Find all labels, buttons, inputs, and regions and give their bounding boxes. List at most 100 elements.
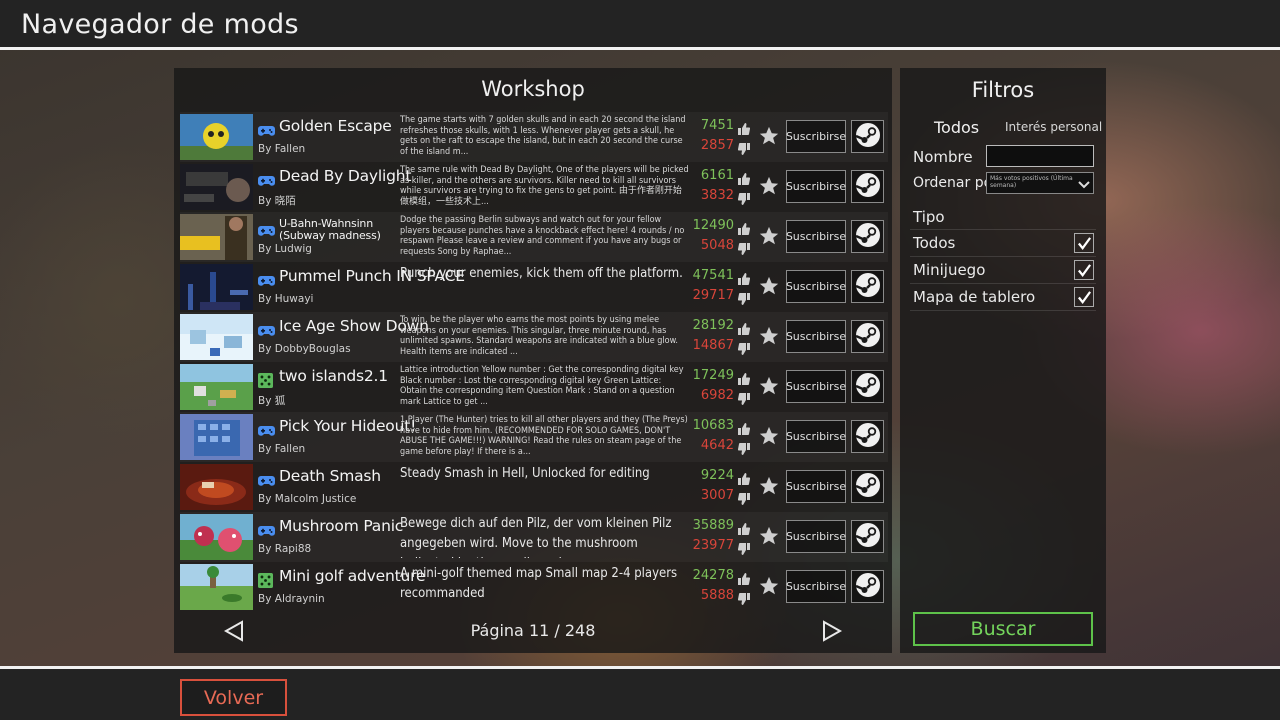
subscribe-button[interactable]: Suscribirse bbox=[786, 170, 846, 203]
type-filter-checkbox[interactable] bbox=[1074, 260, 1094, 280]
mod-thumbnail[interactable] bbox=[180, 414, 253, 460]
mod-thumbnail[interactable] bbox=[180, 164, 253, 210]
type-filter-checkbox[interactable] bbox=[1074, 233, 1094, 253]
tab-personal-interest[interactable]: Interés personal bbox=[1005, 120, 1102, 134]
mod-name[interactable]: Mushroom Panic bbox=[279, 517, 403, 535]
mod-row[interactable]: U-Bahn-Wahnsinn (Subway madness) By Ludwi… bbox=[180, 212, 888, 262]
mod-row[interactable]: Mini golf adventure By Aldraynin A mini-go… bbox=[180, 562, 888, 612]
mod-name[interactable]: Golden Escape bbox=[279, 117, 399, 135]
thumbs-up-icon[interactable] bbox=[738, 520, 751, 535]
thumbs-down-icon[interactable] bbox=[737, 540, 750, 555]
mod-thumbnail[interactable] bbox=[180, 464, 253, 510]
mod-row[interactable]: Mushroom Panic By Rapi88 Bewege dich auf d… bbox=[180, 512, 888, 562]
mod-thumbnail[interactable] bbox=[180, 264, 253, 310]
thumbs-down-icon[interactable] bbox=[737, 390, 750, 405]
subscribe-button[interactable]: Suscribirse bbox=[786, 520, 846, 553]
thumbs-down-icon[interactable] bbox=[737, 490, 750, 505]
mod-row[interactable]: Pick Your Hideout! By Fallen 1 Player (The… bbox=[180, 412, 888, 462]
star-icon[interactable] bbox=[758, 325, 780, 347]
mod-name[interactable]: Death Smash bbox=[279, 467, 399, 485]
next-page-icon[interactable] bbox=[821, 620, 843, 642]
thumbs-up-icon[interactable] bbox=[738, 220, 751, 235]
mod-row[interactable]: Death Smash By Malcolm Justice Steady Smas… bbox=[180, 462, 888, 512]
upvote-count: 28192 bbox=[692, 318, 734, 333]
tab-all[interactable]: Todos bbox=[934, 118, 979, 137]
thumbs-up-icon[interactable] bbox=[738, 120, 751, 135]
mod-name[interactable]: Dead By Daylight bbox=[279, 167, 411, 185]
mod-name[interactable]: Mini golf adventure bbox=[279, 567, 425, 585]
mod-thumbnail[interactable] bbox=[180, 564, 253, 610]
mod-name[interactable]: Ice Age Show Down bbox=[279, 317, 429, 335]
steam-button[interactable] bbox=[851, 320, 884, 353]
gamepad-icon bbox=[258, 473, 275, 486]
steam-button[interactable] bbox=[851, 570, 884, 603]
thumbs-up-icon[interactable] bbox=[738, 470, 751, 485]
mod-row[interactable]: two islands2.1 By 狐 Lattice introduction Y… bbox=[180, 362, 888, 412]
mod-name[interactable]: U-Bahn-Wahnsinn (Subway madness) bbox=[279, 218, 397, 242]
steam-button[interactable] bbox=[851, 470, 884, 503]
star-icon[interactable] bbox=[758, 525, 780, 547]
mod-thumbnail[interactable] bbox=[180, 514, 253, 560]
thumbs-down-icon[interactable] bbox=[737, 340, 750, 355]
star-icon[interactable] bbox=[758, 225, 780, 247]
page-title: Navegador de mods bbox=[21, 9, 299, 40]
star-icon[interactable] bbox=[758, 175, 780, 197]
name-search-input[interactable] bbox=[986, 145, 1094, 167]
steam-button[interactable] bbox=[851, 520, 884, 553]
subscribe-button[interactable]: Suscribirse bbox=[786, 120, 846, 153]
subscribe-button[interactable]: Suscribirse bbox=[786, 320, 846, 353]
thumbs-up-icon[interactable] bbox=[738, 270, 751, 285]
mod-thumbnail[interactable] bbox=[180, 214, 253, 260]
star-icon[interactable] bbox=[758, 125, 780, 147]
steam-button[interactable] bbox=[851, 170, 884, 203]
back-button[interactable]: Volver bbox=[180, 679, 287, 716]
thumbs-up-icon[interactable] bbox=[738, 320, 751, 335]
thumbs-down-icon[interactable] bbox=[737, 240, 750, 255]
thumbs-down-icon[interactable] bbox=[737, 440, 750, 455]
star-icon[interactable] bbox=[758, 425, 780, 447]
subscribe-button[interactable]: Suscribirse bbox=[786, 470, 846, 503]
subscribe-button[interactable]: Suscribirse bbox=[786, 420, 846, 453]
steam-button[interactable] bbox=[851, 270, 884, 303]
steam-button[interactable] bbox=[851, 420, 884, 453]
mod-author: By 狐 bbox=[258, 395, 286, 407]
mod-name[interactable]: two islands2.1 bbox=[279, 367, 399, 385]
thumbs-down-icon[interactable] bbox=[737, 590, 750, 605]
mod-description: Punch your enemies, kick them off the pl… bbox=[400, 266, 683, 281]
thumbs-down-icon[interactable] bbox=[737, 140, 750, 155]
steam-button[interactable] bbox=[851, 120, 884, 153]
mod-author: By 晓陌 bbox=[258, 195, 296, 207]
mod-name[interactable]: Pummel Punch IN SPACE bbox=[279, 267, 465, 285]
steam-button[interactable] bbox=[851, 220, 884, 253]
thumbs-up-icon[interactable] bbox=[738, 370, 751, 385]
thumbs-up-icon[interactable] bbox=[738, 170, 751, 185]
mod-row[interactable]: Dead By Daylight By 晓陌 The same rule with … bbox=[180, 162, 888, 212]
subscribe-button[interactable]: Suscribirse bbox=[786, 370, 846, 403]
subscribe-button[interactable]: Suscribirse bbox=[786, 570, 846, 603]
thumbs-up-icon[interactable] bbox=[738, 570, 751, 585]
subscribe-button[interactable]: Suscribirse bbox=[786, 220, 846, 253]
thumbs-down-icon[interactable] bbox=[737, 190, 750, 205]
name-label: Nombre bbox=[913, 148, 973, 166]
mod-thumbnail[interactable] bbox=[180, 364, 253, 410]
mod-row[interactable]: Ice Age Show Down By DobbyBouglas To win, … bbox=[180, 312, 888, 362]
star-icon[interactable] bbox=[758, 475, 780, 497]
mod-thumbnail[interactable] bbox=[180, 114, 253, 160]
subscribe-button[interactable]: Suscribirse bbox=[786, 270, 846, 303]
mod-author: By Fallen bbox=[258, 143, 306, 155]
star-icon[interactable] bbox=[758, 275, 780, 297]
search-button[interactable]: Buscar bbox=[913, 612, 1093, 646]
mod-author: By Malcolm Justice bbox=[258, 493, 357, 505]
steam-button[interactable] bbox=[851, 370, 884, 403]
thumbs-down-icon[interactable] bbox=[737, 290, 750, 305]
mod-row[interactable]: Golden Escape By Fallen The game starts wi… bbox=[180, 112, 888, 162]
mod-name[interactable]: Pick Your Hideout! bbox=[279, 417, 416, 435]
order-select[interactable]: Más votos positivos (Última semana) bbox=[986, 172, 1094, 194]
mod-row[interactable]: Pummel Punch IN SPACE By Huwayi Punch your… bbox=[180, 262, 888, 312]
star-icon[interactable] bbox=[758, 575, 780, 597]
star-icon[interactable] bbox=[758, 375, 780, 397]
thumbs-up-icon[interactable] bbox=[738, 420, 751, 435]
mod-description: Lattice introduction Yellow number : Get… bbox=[400, 365, 684, 407]
mod-thumbnail[interactable] bbox=[180, 314, 253, 360]
type-filter-checkbox[interactable] bbox=[1074, 287, 1094, 307]
